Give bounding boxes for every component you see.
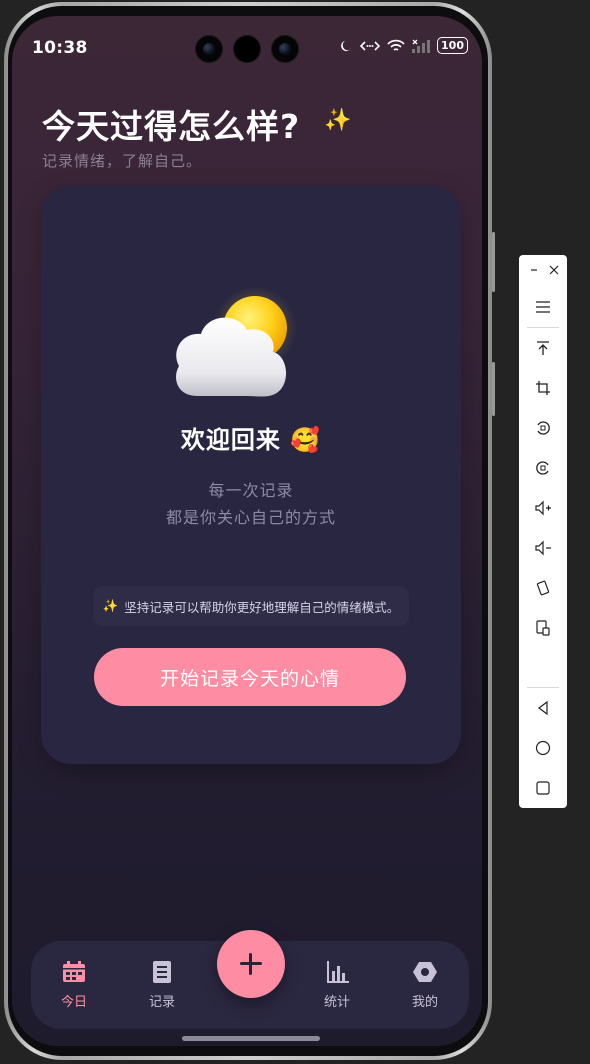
welcome-line-2: 都是你关心自己的方式 xyxy=(165,508,336,527)
rotate-right-icon[interactable] xyxy=(531,456,555,480)
add-entry-button[interactable] xyxy=(217,930,285,998)
profile-icon xyxy=(413,962,437,982)
tip-text: 坚持记录可以帮助你更好地理解自己的情绪模式。 xyxy=(124,599,400,615)
welcome-line-1: 每一次记录 xyxy=(208,481,294,500)
screenshot-icon[interactable] xyxy=(531,616,555,640)
pin-top-icon[interactable] xyxy=(531,336,555,360)
page-subtitle: 记录情绪，了解自己。 xyxy=(42,152,203,170)
camera-right xyxy=(271,35,299,63)
sparkle-icon: ✨ xyxy=(324,108,352,133)
data-transfer-icon xyxy=(359,40,381,51)
wifi-icon xyxy=(387,39,405,51)
rotate-left-icon[interactable] xyxy=(531,416,555,440)
page-title: 今天过得怎么样? xyxy=(42,107,301,146)
tip-sparkle-icon: ✨ xyxy=(102,598,119,613)
welcome-card: 欢迎回来 🥰 每一次记录 都是你关心自己的方式 ✨ 坚持记录可以帮助你更好地理解… xyxy=(41,186,461,764)
signal-icon xyxy=(412,39,431,53)
close-icon[interactable] xyxy=(542,258,566,282)
emulator-toolbar xyxy=(519,255,567,808)
camera-left xyxy=(195,35,223,63)
moon-icon xyxy=(341,40,352,51)
volume-down-icon[interactable] xyxy=(531,536,555,560)
menu-icon[interactable] xyxy=(531,295,555,319)
smiling-hearts-emoji-icon: 🥰 xyxy=(290,426,322,454)
home-indicator[interactable] xyxy=(182,1036,320,1041)
status-icons: 100 xyxy=(339,37,468,54)
nav-item-profile[interactable]: 我的 xyxy=(395,961,455,1010)
calendar-icon xyxy=(63,961,85,982)
app-screen: 10:38 100 今天过得怎么样? ✨ 记录情绪，了解自己。 欢迎回来 🥰 每… xyxy=(12,16,482,1046)
chart-icon xyxy=(327,961,349,983)
status-time: 10:38 xyxy=(32,38,88,58)
side-button-volume xyxy=(492,232,495,292)
nav-label-records: 记录 xyxy=(148,995,175,1010)
partly-cloudy-icon xyxy=(176,286,297,397)
recents-icon[interactable] xyxy=(531,776,555,800)
nav-item-stats[interactable]: 统计 xyxy=(307,961,367,1010)
start-recording-button[interactable]: 开始记录今天的心情 xyxy=(94,648,406,706)
crop-icon[interactable] xyxy=(531,376,555,400)
welcome-text: 欢迎回来 xyxy=(180,426,281,454)
shake-icon[interactable] xyxy=(531,576,555,600)
side-button-power xyxy=(492,362,495,416)
toolbar-divider xyxy=(527,327,559,328)
nav-item-today[interactable]: 今日 xyxy=(44,961,104,1010)
camera-center xyxy=(233,35,261,63)
tip-banner: ✨ 坚持记录可以帮助你更好地理解自己的情绪模式。 xyxy=(93,586,409,626)
welcome-heading: 欢迎回来 🥰 xyxy=(41,420,461,455)
phone-frame: 10:38 100 今天过得怎么样? ✨ 记录情绪，了解自己。 欢迎回来 🥰 每… xyxy=(4,2,495,1060)
toolbar-divider xyxy=(527,687,559,688)
battery-indicator: 100 xyxy=(437,37,468,54)
home-icon[interactable] xyxy=(531,736,555,760)
volume-up-icon[interactable] xyxy=(531,496,555,520)
nav-item-records[interactable]: 记录 xyxy=(132,961,192,1010)
nav-label-stats: 统计 xyxy=(323,995,350,1010)
nav-label-today: 今日 xyxy=(60,995,87,1010)
list-icon xyxy=(153,961,171,983)
nav-label-profile: 我的 xyxy=(411,995,438,1010)
status-bar: 10:38 100 xyxy=(12,16,482,80)
back-icon[interactable] xyxy=(531,696,555,720)
